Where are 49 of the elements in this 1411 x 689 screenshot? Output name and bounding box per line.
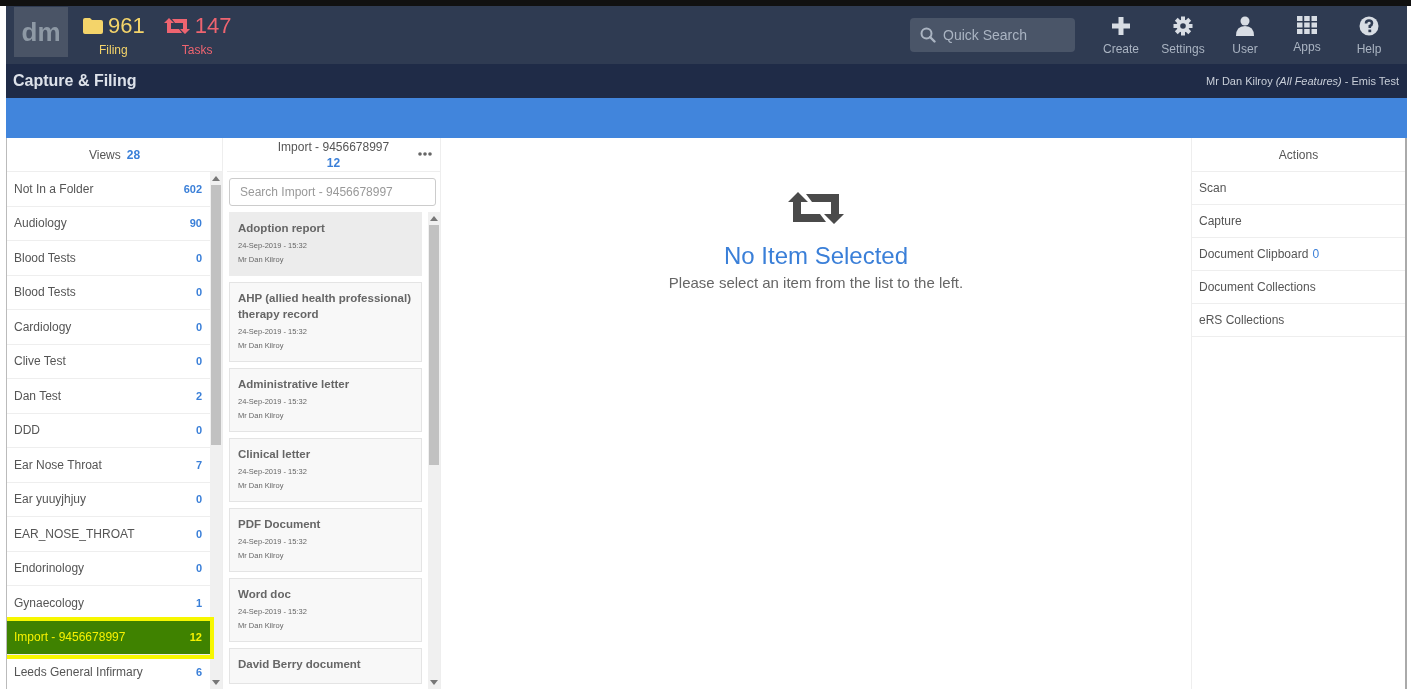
swap-arrows-icon (786, 190, 846, 226)
help-icon (1359, 16, 1379, 36)
scrollbar[interactable] (428, 212, 440, 689)
scrollbar[interactable] (210, 172, 222, 689)
more-options-icon[interactable] (418, 152, 432, 156)
document-title: AHP (allied health professional) therapy record (238, 291, 412, 322)
actions-title: Actions (1278, 147, 1319, 162)
page-title: Capture & Filing (13, 72, 137, 90)
user-icon (1236, 16, 1254, 36)
quick-search-field[interactable]: Quick Search (910, 18, 1075, 52)
document-title: Administrative letter (238, 377, 351, 392)
scroll-up-icon[interactable] (430, 216, 438, 221)
action-link[interactable]: Scan (1199, 181, 1227, 195)
document-title: Clinical letter (238, 447, 312, 462)
action-link[interactable]: eRS Collections (1199, 313, 1285, 327)
swap-arrows-icon (162, 17, 191, 35)
user-info: Mr Dan Kilroy (All Features) - Emis Test (1206, 75, 1399, 87)
document-title: PDF Document (238, 517, 322, 532)
user-button[interactable]: User (1215, 16, 1275, 56)
plus-icon (1111, 16, 1131, 36)
settings-icon (1173, 16, 1193, 36)
tasks-link[interactable]: Tasks (181, 43, 213, 57)
clipboard-count: 0 (1312, 247, 1320, 261)
filing-count: 961 (108, 13, 145, 39)
list-count: 12 (326, 154, 341, 171)
action-link[interactable]: Document Collections (1199, 280, 1316, 294)
apps-grid-icon (1297, 16, 1317, 34)
empty-state-message: Please select an item from the list to the left. (668, 274, 964, 291)
action-link[interactable]: Document Clipboard (1199, 247, 1309, 261)
document-title: Word doc (238, 587, 292, 602)
help-button[interactable]: Help (1339, 16, 1399, 56)
list-title: Import - 9456678997 (277, 138, 390, 155)
create-button[interactable]: Create (1091, 16, 1151, 56)
apps-button[interactable]: Apps (1277, 16, 1337, 56)
settings-button[interactable]: Settings (1153, 16, 1213, 56)
document-card[interactable]: David Berry document (229, 648, 422, 684)
empty-state-heading: No Item Selected (723, 242, 909, 270)
filing-link[interactable]: Filing (99, 43, 128, 57)
action-link[interactable]: Capture (1199, 214, 1242, 228)
search-field[interactable]: Search Import - 9456678997 (229, 178, 436, 206)
views-count: 28 (126, 147, 141, 162)
scroll-down-icon[interactable] (212, 680, 220, 685)
views-title: Views (88, 147, 121, 162)
document-title: David Berry document (238, 657, 362, 672)
folder-icon (82, 17, 104, 35)
scroll-down-icon[interactable] (430, 680, 438, 685)
tasks-count: 147 (194, 13, 232, 39)
document-title: Adoption report (238, 221, 326, 236)
scroll-up-icon[interactable] (212, 176, 220, 181)
